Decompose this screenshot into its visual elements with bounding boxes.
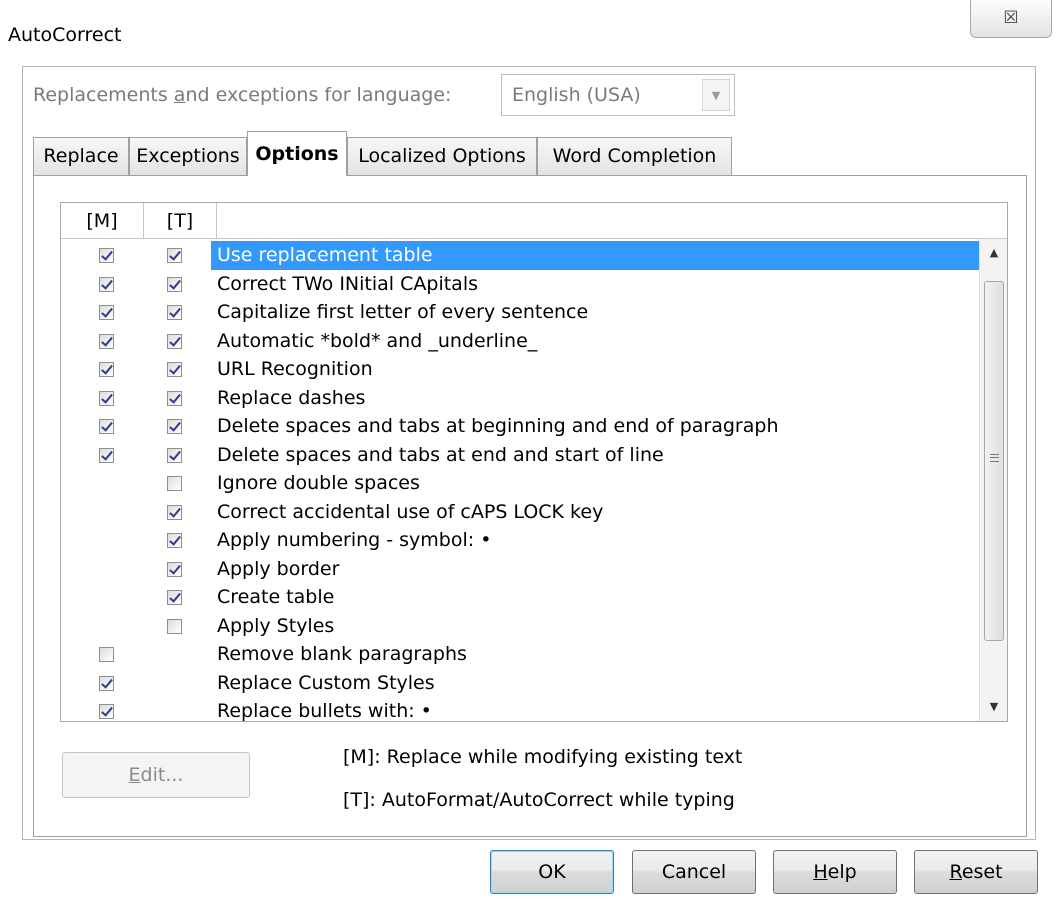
grip-icon	[990, 454, 999, 462]
tab-options[interactable]: Options	[247, 131, 347, 176]
option-row[interactable]: Use replacement table	[61, 241, 1007, 270]
checkbox-m[interactable]	[99, 362, 114, 377]
option-label: Ignore double spaces	[217, 472, 420, 494]
language-label: Replacements and exceptions for language…	[33, 84, 452, 106]
scrollbar-thumb[interactable]	[984, 281, 1004, 641]
option-label: Apply border	[217, 557, 340, 580]
checkbox-t[interactable]	[167, 618, 182, 634]
option-row[interactable]: Correct accidental use of cAPS LOCK key	[61, 498, 1007, 527]
checkbox-m[interactable]	[99, 675, 114, 691]
checkbox-t[interactable]	[167, 590, 182, 605]
option-row[interactable]: Remove blank paragraphs	[61, 640, 1007, 669]
option-row[interactable]: Automatic *bold* and _underline_	[61, 327, 1007, 356]
checkbox-m[interactable]	[99, 419, 114, 434]
option-label: Delete spaces and tabs at beginning and …	[217, 415, 779, 437]
option-label: Remove blank paragraphs	[217, 643, 467, 665]
option-row[interactable]: Replace dashes	[61, 384, 1007, 413]
chevron-down-icon[interactable]: ▼	[702, 79, 730, 111]
option-label: Replace dashes	[217, 386, 366, 409]
language-select[interactable]: English (USA) ▼	[501, 74, 735, 116]
option-row[interactable]: Delete spaces and tabs at beginning and …	[61, 412, 1007, 441]
option-row[interactable]: Apply border	[61, 555, 1007, 584]
option-row[interactable]: Correct TWo INitial CApitals	[61, 270, 1007, 299]
checkbox-t[interactable]	[167, 561, 182, 577]
tab-exceptions[interactable]: Exceptions	[129, 137, 247, 175]
checkbox-m[interactable]	[99, 447, 114, 463]
checkbox-m[interactable]	[99, 647, 114, 662]
reset-button[interactable]: Reset	[914, 850, 1038, 894]
checkbox-m[interactable]	[99, 333, 114, 349]
ok-button[interactable]: OK	[490, 850, 614, 894]
checkbox-t[interactable]	[167, 248, 182, 263]
checkbox-m[interactable]	[99, 704, 114, 719]
option-label: Apply numbering - symbol: •	[217, 529, 492, 551]
column-header-m[interactable]: [M]	[61, 203, 144, 239]
option-row[interactable]: Replace Custom Styles	[61, 669, 1007, 698]
option-label: Automatic *bold* and _underline_	[217, 329, 538, 352]
vertical-scrollbar[interactable]: ▲ ▼	[979, 239, 1007, 721]
edit-button[interactable]: Edit...	[62, 752, 250, 798]
window-title: AutoCorrect	[8, 24, 122, 46]
option-label: Delete spaces and tabs at end and start …	[217, 443, 664, 466]
scroll-down-icon[interactable]: ▼	[980, 693, 1007, 721]
checkbox-t[interactable]	[167, 390, 182, 406]
option-label: Replace Custom Styles	[217, 671, 435, 694]
option-label: Create table	[217, 586, 335, 608]
option-label: Apply Styles	[217, 614, 335, 637]
option-row[interactable]: Create table	[61, 583, 1007, 612]
column-header-label[interactable]	[217, 203, 1007, 239]
option-row[interactable]: Capitalize first letter of every sentenc…	[61, 298, 1007, 327]
column-header-t[interactable]: [T]	[144, 203, 217, 239]
options-list-header: [M] [T]	[61, 203, 1007, 239]
option-row[interactable]: Replace bullets with: •	[61, 697, 1007, 722]
cancel-button[interactable]: Cancel	[632, 850, 756, 894]
checkbox-t[interactable]	[167, 305, 182, 320]
legend-t: [T]: AutoFormat/AutoCorrect while typing	[343, 789, 735, 811]
option-row[interactable]: Apply Styles	[61, 612, 1007, 641]
checkbox-t[interactable]	[167, 362, 182, 377]
tab-word-completion[interactable]: Word Completion	[537, 137, 732, 175]
checkbox-m[interactable]	[99, 390, 114, 406]
help-button[interactable]: Help	[773, 850, 897, 894]
checkbox-t[interactable]	[167, 333, 182, 349]
checkbox-t[interactable]	[167, 276, 182, 292]
options-list: [M] [T] Use replacement table Correct TWo…	[60, 202, 1008, 722]
close-icon: ☒	[1003, 8, 1019, 28]
option-label: Correct TWo INitial CApitals	[217, 272, 478, 295]
scroll-up-icon[interactable]: ▲	[980, 239, 1007, 267]
checkbox-t[interactable]	[167, 419, 182, 434]
option-label: URL Recognition	[217, 358, 373, 380]
option-label: Replace bullets with: •	[217, 700, 432, 722]
tab-replace[interactable]: Replace	[33, 137, 129, 175]
close-button[interactable]: ☒	[970, 0, 1052, 38]
checkbox-t[interactable]	[167, 447, 182, 463]
tab-localized-options[interactable]: Localized Options	[347, 137, 537, 175]
checkbox-t[interactable]	[167, 476, 182, 491]
option-row[interactable]: Apply numbering - symbol: •	[61, 526, 1007, 555]
checkbox-t[interactable]	[167, 533, 182, 548]
option-row[interactable]: Delete spaces and tabs at end and start …	[61, 441, 1007, 470]
option-label: Capitalize first letter of every sentenc…	[217, 301, 589, 323]
option-label: Correct accidental use of cAPS LOCK key	[217, 500, 604, 523]
autocorrect-dialog: AutoCorrect ☒ Replacements and exception…	[0, 0, 1058, 910]
legend-m: [M]: Replace while modifying existing te…	[343, 746, 743, 768]
title-bar: AutoCorrect ☒	[0, 0, 1058, 70]
checkbox-m[interactable]	[99, 305, 114, 320]
option-label: Use replacement table	[211, 241, 979, 270]
checkbox-m[interactable]	[99, 248, 114, 263]
option-row[interactable]: Ignore double spaces	[61, 469, 1007, 498]
language-select-value: English (USA)	[512, 84, 641, 106]
option-row[interactable]: URL Recognition	[61, 355, 1007, 384]
checkbox-m[interactable]	[99, 276, 114, 292]
checkbox-t[interactable]	[167, 504, 182, 520]
